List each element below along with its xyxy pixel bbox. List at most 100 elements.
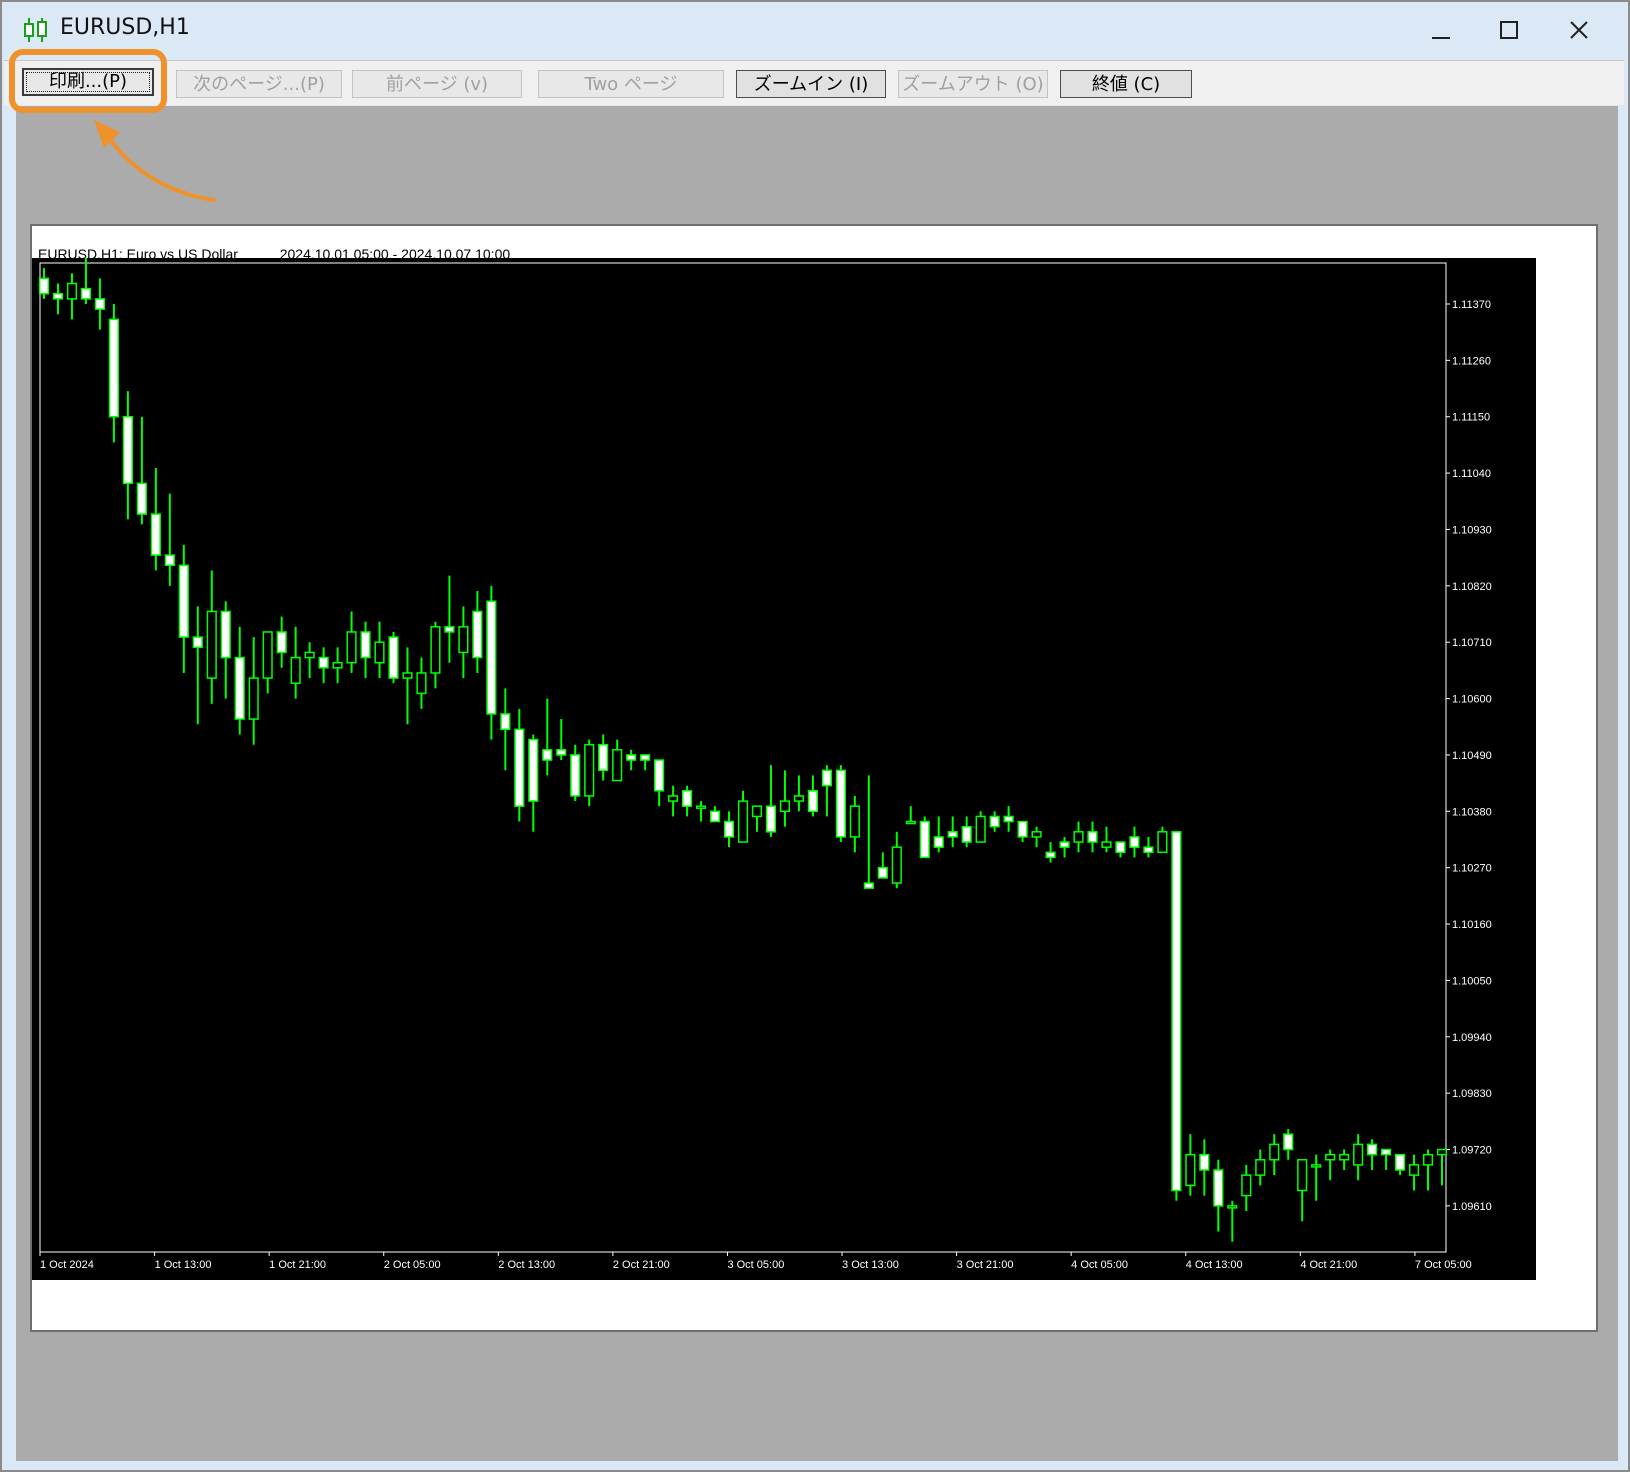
candle-body [164, 554, 175, 567]
candle-body [1171, 831, 1182, 1192]
y-tick-label: 1.11370 [1452, 299, 1491, 311]
candle-body [458, 626, 469, 654]
candle-body [416, 672, 427, 695]
candle-body [1213, 1169, 1224, 1207]
close-icon[interactable] [1562, 16, 1596, 46]
candle-body [80, 287, 92, 300]
candle-body [905, 820, 916, 825]
candle-body [681, 790, 693, 807]
previous-page-button[interactable]: 前ページ (v) [352, 70, 522, 98]
candle-body [584, 743, 595, 797]
candle-body [947, 831, 958, 838]
zoom-in-button[interactable]: ズームイン (I) [736, 70, 886, 98]
candle-body [1269, 1143, 1280, 1161]
candle-body [150, 513, 161, 556]
candle-body [402, 672, 413, 679]
y-tick-label: 1.11150 [1452, 412, 1490, 424]
x-tick-label: 2 Oct 05:00 [384, 1259, 441, 1271]
candle-body [821, 769, 832, 787]
x-tick-label: 1 Oct 21:00 [269, 1259, 326, 1271]
candle-body [751, 805, 763, 818]
two-page-button[interactable]: Two ページ [538, 70, 724, 98]
candle-body [472, 610, 483, 659]
candle-body [989, 815, 1000, 828]
y-tick-label: 1.09610 [1452, 1201, 1492, 1213]
candle-body [66, 282, 78, 300]
candle-body [318, 656, 329, 669]
candle-body [975, 815, 986, 843]
candle-body [835, 769, 846, 838]
zoom-out-button[interactable]: ズームアウト (O) [898, 70, 1048, 98]
candle-body [863, 882, 874, 889]
x-tick-label: 1 Oct 13:00 [155, 1259, 212, 1271]
candle-body [1422, 1153, 1434, 1166]
chart-background [32, 258, 1536, 1280]
next-page-button[interactable]: 次のページ...(P) [176, 70, 342, 98]
y-tick-label: 1.10160 [1452, 919, 1492, 931]
candle-body [178, 564, 189, 638]
candle-body [765, 805, 777, 833]
candle-body [1129, 836, 1140, 848]
candle-body [374, 641, 385, 664]
candle-body [612, 749, 623, 782]
candle-body [891, 846, 902, 884]
minimize-icon[interactable] [1424, 16, 1458, 46]
candle-body [779, 800, 791, 813]
candle-body [668, 795, 679, 802]
candle-body [1339, 1153, 1350, 1161]
x-tick-label: 3 Oct 05:00 [727, 1259, 784, 1271]
candle-body [1297, 1159, 1308, 1192]
candle-body [877, 866, 888, 879]
candle-body [122, 415, 133, 485]
candle-body [1255, 1159, 1266, 1176]
candle-body [206, 610, 217, 679]
candle-body [598, 743, 609, 772]
candle-body [94, 298, 106, 310]
candle-body [737, 800, 749, 843]
y-tick-label: 1.10710 [1452, 637, 1492, 649]
candle-body [626, 754, 637, 761]
x-tick-label: 1 Oct 2024 [40, 1259, 94, 1271]
x-tick-label: 4 Oct 13:00 [1186, 1259, 1243, 1271]
title-bar[interactable]: EURUSD,H1 [2, 2, 1628, 60]
candle-body [1325, 1153, 1336, 1161]
y-tick-label: 1.09940 [1452, 1032, 1492, 1044]
y-tick-label: 1.10490 [1452, 750, 1492, 762]
x-tick-label: 2 Oct 13:00 [498, 1259, 555, 1271]
candle-body [1073, 831, 1084, 843]
candle-body [849, 805, 860, 838]
candle-body [919, 820, 930, 859]
candlestick-chart-icon [24, 18, 47, 42]
candle-body [695, 805, 707, 809]
candle-body [1059, 841, 1070, 848]
candle-body [1045, 851, 1056, 859]
x-tick-label: 7 Oct 05:00 [1415, 1259, 1472, 1271]
preview-toolbar: 次のページ...(P) 前ページ (v) Two ページ ズームイン (I) ズ… [4, 60, 1624, 105]
close-preview-button[interactable]: 終値 (C) [1060, 70, 1192, 98]
candle-body [304, 651, 315, 659]
candle-body [1031, 831, 1042, 838]
x-tick-label: 3 Oct 21:00 [957, 1259, 1014, 1271]
candle-body [332, 661, 343, 669]
candle-body [654, 759, 665, 792]
candle-body [1367, 1143, 1378, 1156]
candle-body [933, 836, 944, 848]
candle-body [500, 713, 511, 731]
print-preview-window: EURUSD,H1 次のページ...(P) 前ページ (v) Two ページ ズ… [0, 0, 1630, 1472]
price-chart: 1.11370 1.11260 1.11150 1.11040 1.10930 1.108… [32, 257, 1536, 1280]
y-tick-label: 1.10050 [1452, 975, 1492, 987]
candle-body [793, 795, 805, 802]
maximize-icon[interactable] [1492, 16, 1526, 46]
y-tick-label: 1.10600 [1452, 694, 1492, 706]
candle-body [1311, 1164, 1322, 1168]
candle-body [640, 754, 651, 761]
candle-body [234, 656, 245, 720]
y-tick-label: 1.09830 [1452, 1088, 1492, 1100]
candle-body [52, 292, 64, 300]
candle-body [290, 656, 301, 684]
candle-body [556, 749, 567, 756]
candle-body [528, 738, 539, 802]
candle-body [192, 636, 203, 649]
candle-body [1394, 1153, 1406, 1171]
candle-body [38, 277, 50, 295]
